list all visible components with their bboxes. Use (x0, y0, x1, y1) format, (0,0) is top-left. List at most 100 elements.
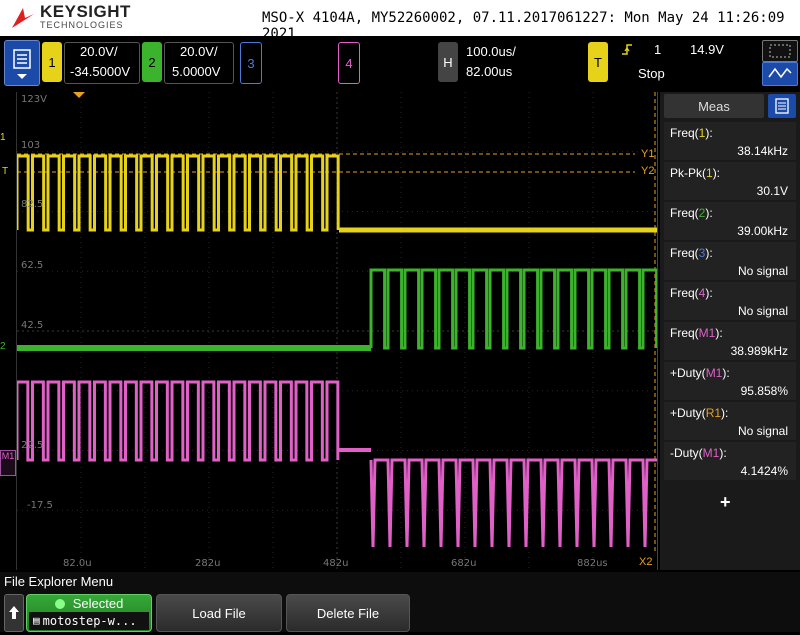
measurement-row[interactable]: Freq(1): 38.14kHz (664, 122, 796, 160)
dotted-box-icon (769, 44, 791, 58)
x-tick-label: 82.0u (63, 558, 92, 569)
menu-title: File Explorer Menu (4, 574, 114, 589)
main-menu-button[interactable] (4, 40, 40, 86)
measurement-label: +Duty(R1): (670, 406, 729, 420)
y-tick-label: 123V (21, 94, 47, 105)
channel-2-scale: 20.0V/ (180, 44, 218, 59)
measurement-label: Freq(4): (670, 286, 713, 300)
up-button[interactable] (4, 594, 24, 632)
y-tick-label: 22.5 (21, 440, 44, 451)
measurement-row[interactable]: Pk-Pk(1): 30.1V (664, 162, 796, 200)
channel-3-button[interactable]: 3 (240, 42, 262, 84)
cursor-y2-label[interactable]: Y2 (641, 165, 654, 177)
waveform-display[interactable]: 123V 103 82.5 62.5 42.5 22.5 -17.5 82.0u… (15, 92, 659, 570)
measurements-panel: Meas Freq(1): 38.14kHz Pk-Pk(1): 30.1V Freq(… (660, 92, 800, 570)
y-tick-label: -17.5 (27, 500, 53, 511)
file-icon: ▤ (33, 614, 40, 627)
run-state: Stop (638, 66, 665, 81)
measurement-row[interactable]: Freq(4): No signal (664, 282, 796, 320)
measurement-label: Freq(1): (670, 126, 713, 140)
waveform-measure-button[interactable] (762, 62, 798, 86)
measurement-row[interactable]: -Duty(M1): 4.1424% (664, 442, 796, 480)
measurement-row[interactable]: Freq(M1): 38.989kHz (664, 322, 796, 360)
selected-indicator-icon (54, 598, 65, 609)
measurement-value: 39.00kHz (737, 224, 788, 238)
cursor-y1-label[interactable]: Y1 (641, 148, 654, 160)
selected-file-button[interactable]: Selected ▤ motostep-w... (26, 594, 152, 632)
math-m1-trace (15, 380, 340, 462)
measurement-label: Pk-Pk(1): (670, 166, 721, 180)
waveform-canvas (15, 92, 659, 570)
math-m1-marker[interactable]: M1 (0, 450, 16, 476)
measurement-source: R1 (705, 406, 722, 420)
measurement-value: 4.1424% (740, 464, 788, 478)
load-file-button[interactable]: Load File (156, 594, 282, 632)
trigger-time-marker (73, 92, 85, 98)
measurement-row[interactable]: Freq(2): 39.00kHz (664, 202, 796, 240)
measurement-value: No signal (737, 264, 788, 278)
channel-4-button[interactable]: 4 (338, 42, 360, 84)
measurement-label: -Duty(M1): (670, 446, 727, 460)
rising-edge-icon (622, 44, 632, 55)
header-bar: KEYSIGHT TECHNOLOGIES MSO-X 4104A, MY522… (0, 0, 800, 42)
measurement-value: 95.858% (740, 384, 788, 398)
channel-1-scale: 20.0V/ (80, 44, 118, 59)
delete-file-button[interactable]: Delete File (286, 594, 410, 632)
trigger-source: 1 (654, 42, 662, 57)
meas-tab[interactable]: Meas (664, 94, 764, 118)
trigger-level-marker[interactable]: T (2, 166, 8, 177)
measurement-row[interactable]: +Duty(M1): 95.858% (664, 362, 796, 400)
measurement-label: Freq(M1): (670, 326, 723, 340)
channel-1-trace (15, 154, 340, 232)
measurement-label: Freq(2): (670, 206, 713, 220)
brand-name: KEYSIGHT (40, 2, 131, 21)
y-tick-label: 82.5 (21, 199, 44, 210)
cursor-x2-label[interactable]: X2 (639, 556, 652, 568)
channel-2-button[interactable]: 2 (142, 42, 162, 82)
math-m1-trace (369, 458, 658, 548)
selected-label: Selected (72, 596, 124, 611)
trigger-button[interactable]: T (588, 42, 608, 82)
measurement-value: 30.1V (756, 184, 788, 198)
y-tick-label: 42.5 (21, 320, 44, 331)
measurement-source: M1 (702, 446, 720, 460)
measurement-row[interactable]: Freq(3): No signal (664, 242, 796, 280)
channel-1-ground-marker[interactable]: 1 (0, 132, 6, 143)
channel-2-offset: 5.0000V (172, 64, 221, 79)
y-tick-label: 62.5 (21, 260, 44, 271)
menu-list-icon (13, 49, 31, 79)
measurement-label: Freq(3): (670, 246, 713, 260)
channel-1-button[interactable]: 1 (42, 42, 62, 82)
list-icon (775, 98, 789, 114)
measurement-row[interactable]: +Duty(R1): No signal (664, 402, 796, 440)
measurement-value: No signal (737, 424, 788, 438)
x-tick-label: 282u (195, 558, 221, 569)
measurement-value: No signal (737, 304, 788, 318)
measurement-value: 38.989kHz (730, 344, 788, 358)
selected-file-name: motostep-w... (42, 613, 137, 628)
measurement-label: +Duty(M1): (670, 366, 730, 380)
zoom-toggle-button[interactable] (762, 40, 798, 62)
waveform-icon (768, 67, 792, 79)
brand-subtitle: TECHNOLOGIES (40, 20, 124, 30)
measurement-source: M1 (698, 326, 716, 340)
channel-2-trace (369, 268, 659, 350)
meas-menu-button[interactable] (768, 94, 796, 118)
x-tick-label: 482u (323, 558, 349, 569)
y-tick-label: 103 (21, 140, 41, 151)
add-measurement-button[interactable]: + (720, 492, 731, 513)
horizontal-button[interactable]: H (438, 42, 458, 82)
x-tick-label: 682u (451, 558, 477, 569)
arrow-up-icon (9, 606, 19, 619)
channel-2-ground-marker[interactable]: 2 (0, 341, 6, 352)
timebase-value: 100.0us/ (466, 44, 516, 59)
selected-row: Selected (27, 596, 151, 612)
measurement-value: 38.14kHz (737, 144, 788, 158)
measurement-source: 1 (706, 166, 713, 180)
keysight-logo-icon (12, 8, 34, 28)
trigger-level: 14.9V (690, 42, 724, 57)
channel-1-offset: -34.5000V (70, 64, 130, 79)
delay-value: 82.00us (466, 64, 513, 79)
measurement-source: M1 (705, 366, 723, 380)
selected-file-row: ▤ motostep-w... (29, 611, 149, 630)
